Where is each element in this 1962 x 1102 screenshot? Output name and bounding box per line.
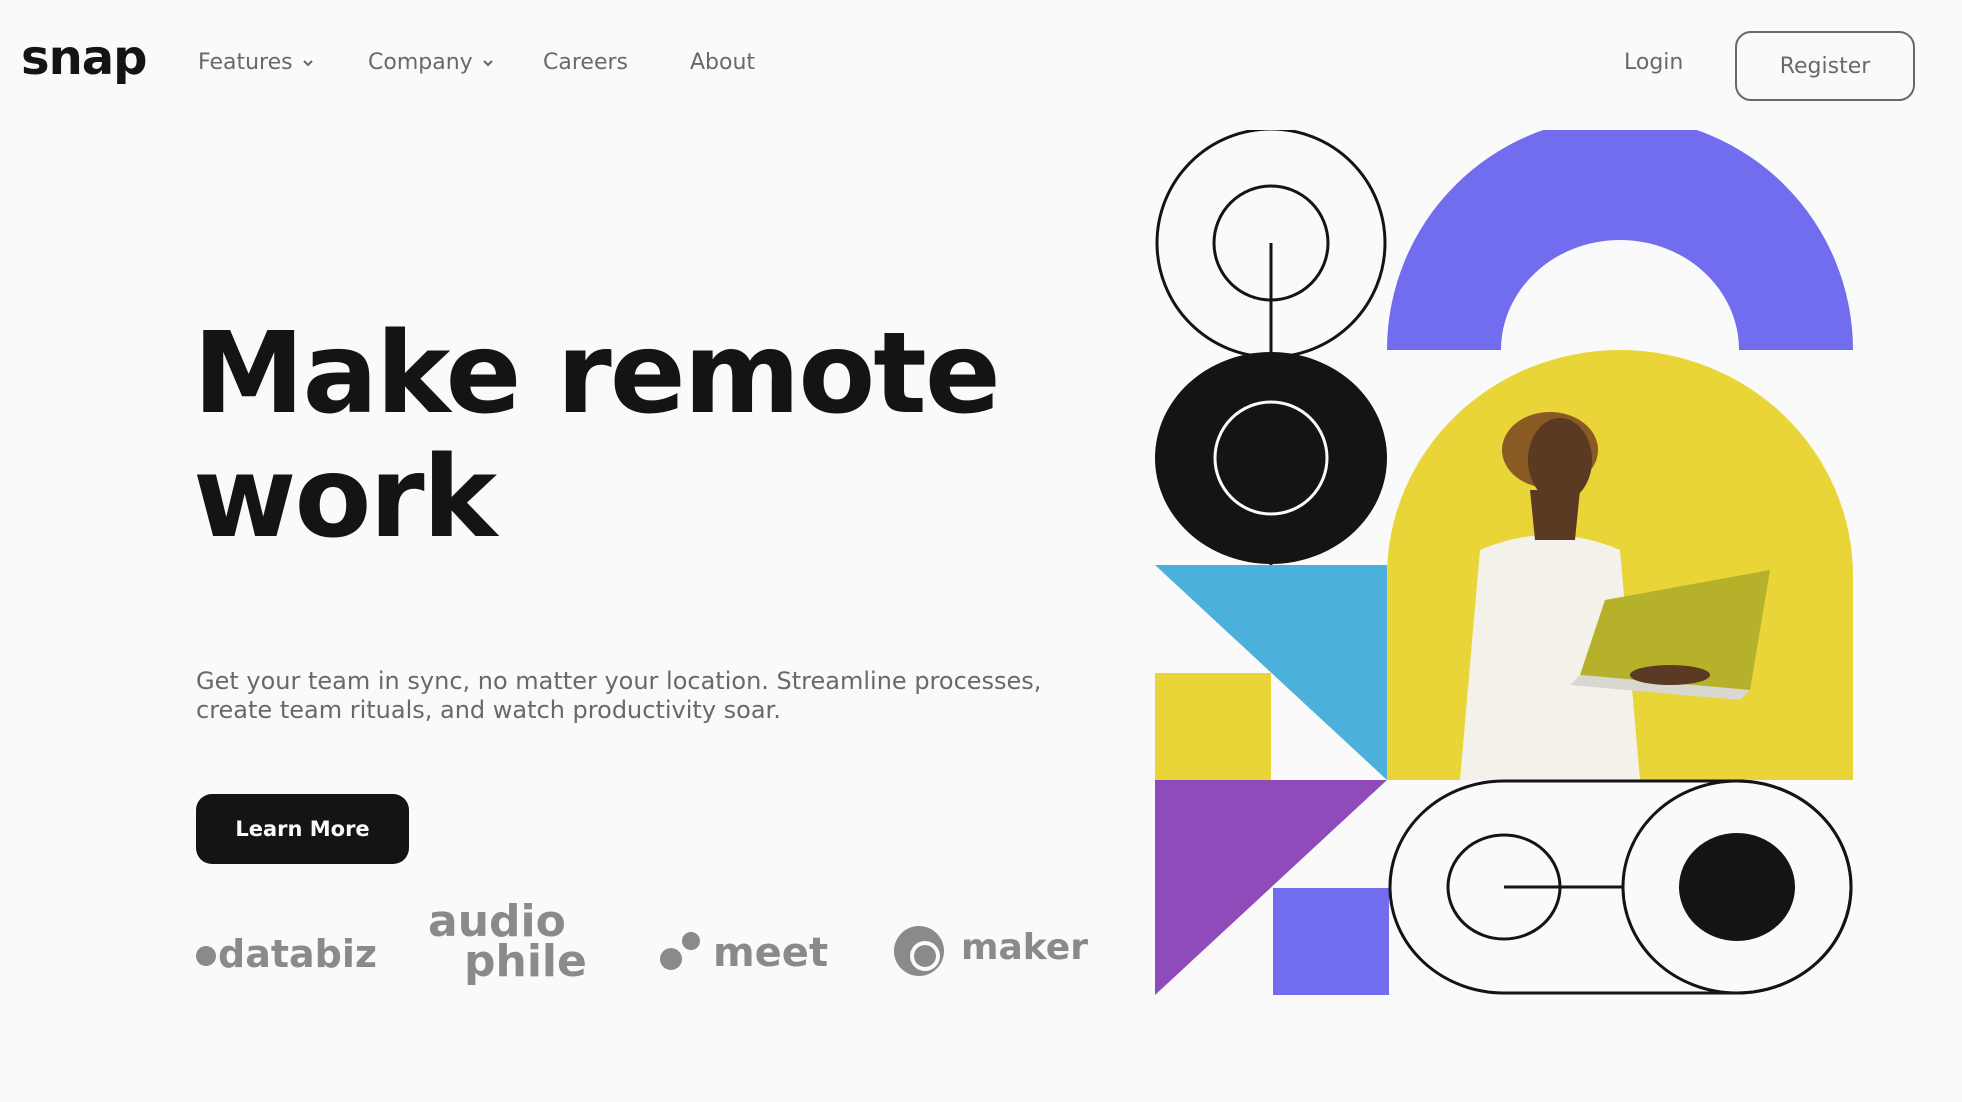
maker-logo-text: maker	[961, 927, 1088, 968]
audiophile-line2: phile	[464, 936, 587, 987]
blue-square-shape	[1273, 888, 1389, 995]
nav-careers[interactable]: Careers	[543, 50, 628, 75]
learn-more-button[interactable]: Learn More	[196, 794, 409, 864]
databiz-logo-text: databiz	[218, 932, 377, 976]
maker-mark-icon	[894, 926, 944, 976]
black-circle-shape	[1155, 352, 1387, 564]
chevron-down-icon	[482, 59, 493, 66]
hero-headline: Make remote work	[193, 309, 1001, 563]
hero-illustration	[1155, 130, 1853, 995]
nav-about[interactable]: About	[690, 50, 755, 75]
login-link[interactable]: Login	[1624, 50, 1683, 75]
meet-dots-icon	[660, 948, 682, 970]
person-photo	[1387, 350, 1853, 780]
nav-careers-label: Careers	[543, 50, 628, 75]
nav-features-label: Features	[198, 50, 293, 75]
logo[interactable]: snap	[21, 30, 147, 86]
hero-subtext: Get your team in sync, no matter your lo…	[196, 667, 1042, 724]
chevron-down-icon	[302, 59, 313, 66]
nav-company[interactable]: Company	[368, 50, 495, 75]
capsule-outline-shape	[1388, 779, 1853, 995]
register-button[interactable]: Register	[1735, 31, 1915, 101]
client-logos: databiz audio phile meet maker	[0, 900, 1100, 1010]
meet-logo-text: meet	[713, 930, 829, 976]
hero-headline-line2: work	[193, 433, 497, 563]
nav-company-label: Company	[368, 50, 473, 75]
databiz-dot-icon	[196, 946, 216, 966]
purple-arch-shape	[1387, 130, 1853, 350]
nav-features[interactable]: Features	[198, 50, 315, 75]
nav-about-label: About	[690, 50, 756, 75]
yellow-square-shape	[1155, 673, 1271, 780]
hero-headline-line1: Make remote	[193, 309, 1001, 439]
meet-dots-icon-small	[682, 932, 700, 950]
